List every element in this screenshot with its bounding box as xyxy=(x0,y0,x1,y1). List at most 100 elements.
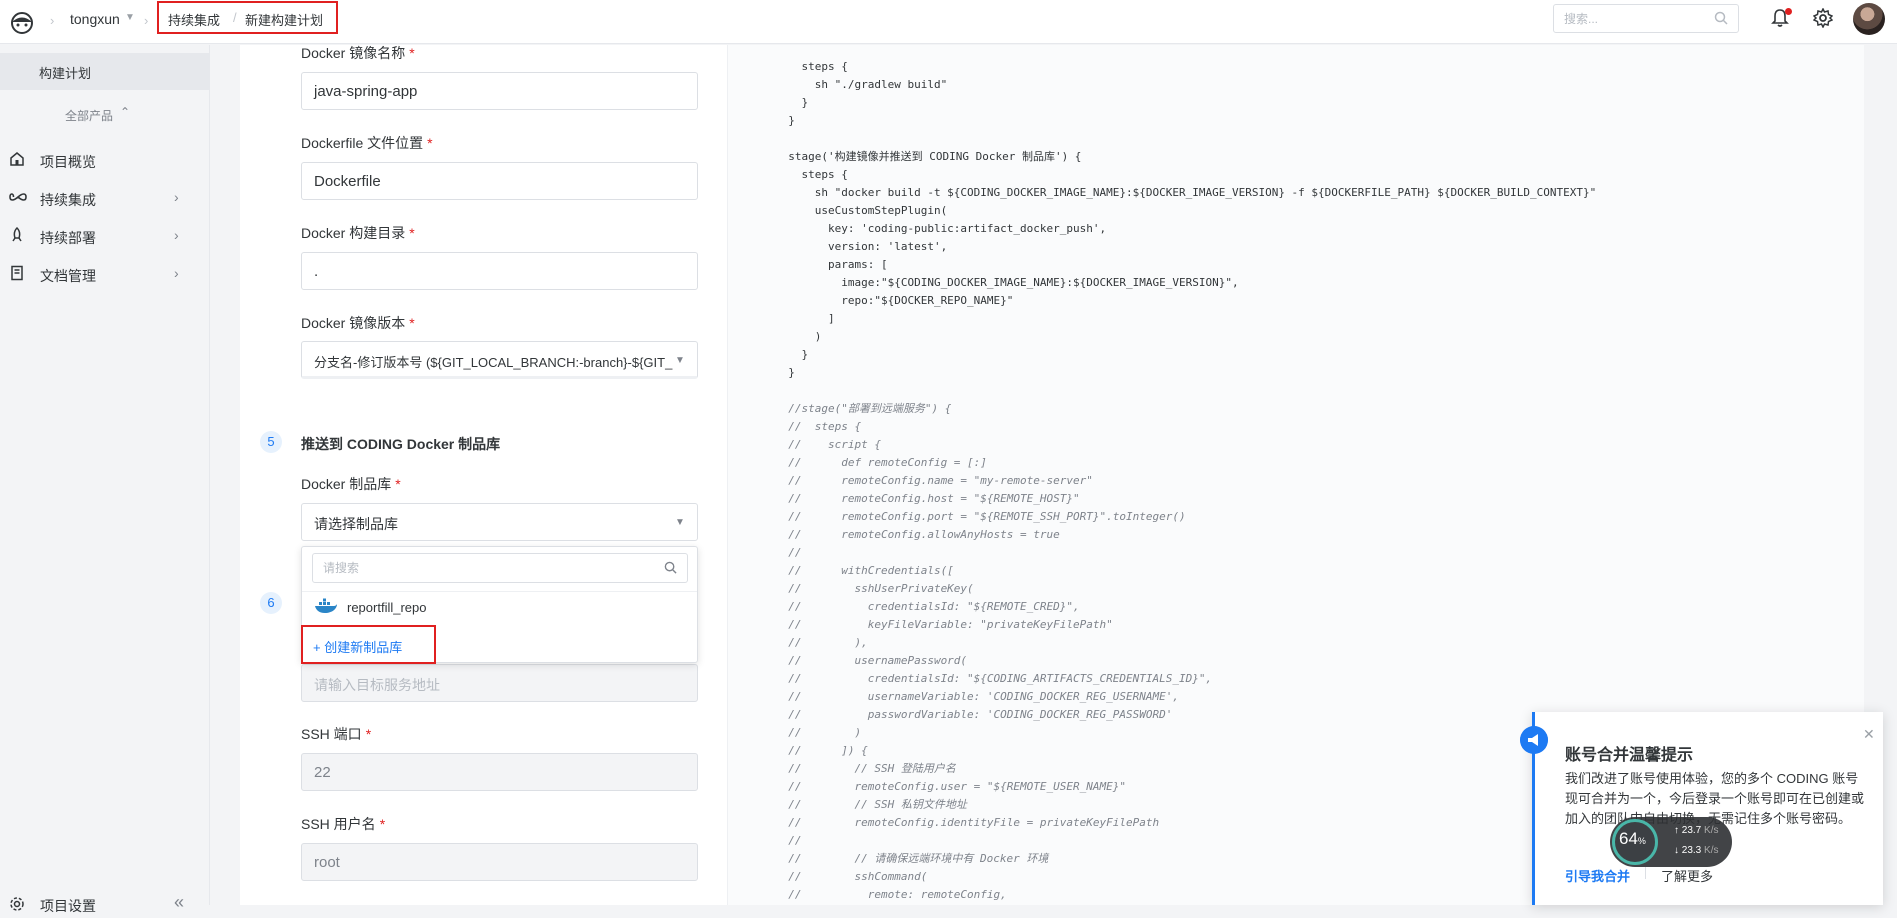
ssh-username-input[interactable]: root xyxy=(301,843,698,881)
upload-speed: ↑ 23.7 K/s xyxy=(1674,825,1719,836)
megaphone-icon xyxy=(1520,726,1548,754)
code-line: } xyxy=(775,96,809,109)
top-navigation-bar: › tongxun ▼ › 持续集成 / 新建构建计划 xyxy=(0,0,1897,44)
search-icon xyxy=(664,561,677,574)
account-merge-notice: 账号合并温馨提示 ✕ 我们改进了账号使用体验，您的多个 CODING 账号现可合… xyxy=(1532,712,1883,905)
code-line: ] xyxy=(775,312,835,325)
global-search[interactable] xyxy=(1553,4,1739,33)
code-line: steps { xyxy=(775,168,848,181)
code-line: // // SSH 登陆用户名 xyxy=(775,762,956,775)
sidebar-item-build-plan[interactable]: 构建计划 xyxy=(0,53,209,90)
code-line: // remoteConfig.user = "${REMOTE_USER_NA… xyxy=(775,780,1126,793)
docker-whale-icon xyxy=(315,598,337,613)
code-line: // remote: remoteConfig, xyxy=(775,888,1007,901)
code-line: // ), xyxy=(775,636,868,649)
code-line: //stage("部署到远端服务") { xyxy=(775,402,952,415)
rocket-icon xyxy=(12,227,22,242)
repo-option[interactable]: reportfill_repo xyxy=(302,591,697,621)
image-name-label: Docker 镜像名称 * xyxy=(301,45,415,61)
code-line: // usernameVariable: 'CODING_DOCKER_REG_… xyxy=(775,690,1179,703)
image-version-select[interactable]: 分支名-修订版本号 (${GIT_LOCAL_BRANCH:-branch}-$… xyxy=(301,341,698,379)
caret-down-icon[interactable]: ▼ xyxy=(125,12,135,23)
repo-search-input[interactable] xyxy=(313,554,643,582)
image-version-label: Docker 镜像版本 * xyxy=(301,315,415,331)
code-line: } xyxy=(775,348,809,361)
global-search-input[interactable] xyxy=(1554,5,1704,32)
repo-option-label: reportfill_repo xyxy=(347,600,427,615)
settings-gear-icon[interactable] xyxy=(1813,8,1833,28)
sidebar-item-label: 项目概览 xyxy=(40,154,96,170)
breadcrumb-separator-icon: › xyxy=(144,13,149,28)
create-repo-button[interactable]: + 创建新制品库 xyxy=(301,625,436,664)
learn-more-link[interactable]: 了解更多 xyxy=(1661,866,1713,885)
create-repo-label: + 创建新制品库 xyxy=(313,640,403,655)
code-line: // credentialsId: "${CODING_ARTIFACTS_CR… xyxy=(775,672,1213,685)
sidebar-item-label: 持续部署 xyxy=(40,230,96,246)
repo-search-box[interactable] xyxy=(312,553,688,583)
sidebar-item-continuous-deployment[interactable]: 持续部署 › xyxy=(0,221,209,251)
target-service-input[interactable]: 请输入目标服务地址 xyxy=(301,664,698,702)
ssh-port-label: SSH 端口 * xyxy=(301,726,372,742)
code-line: // remoteConfig.name = "my-remote-server… xyxy=(775,474,1093,487)
network-speed-widget[interactable]: 64% ↑ 23.7 K/s ↓ 23.3 K/s xyxy=(1610,817,1732,867)
caret-down-icon[interactable]: ▼ xyxy=(675,517,685,528)
breadcrumb-separator-icon: › xyxy=(50,13,55,28)
ssh-port-input[interactable]: 22 xyxy=(301,753,698,791)
code-line: version: 'latest', xyxy=(775,240,948,253)
chevron-right-icon: › xyxy=(174,265,179,281)
sidebar-item-label: 持续集成 xyxy=(40,192,96,208)
code-line: // steps { xyxy=(775,420,862,433)
sidebar-item-document-management[interactable]: 文档管理 › xyxy=(0,259,209,289)
code-line: } xyxy=(775,114,795,127)
team-switcher[interactable]: tongxun xyxy=(70,11,120,27)
breadcrumb-continuous-integration[interactable]: 持续集成 xyxy=(168,10,220,29)
collapse-sidebar-icon[interactable]: « xyxy=(174,892,184,913)
chevron-right-icon: › xyxy=(174,189,179,205)
code-line: // sshUserPrivateKey( xyxy=(775,582,974,595)
sidebar-item-project-overview[interactable]: 项目概览 xyxy=(0,145,209,175)
code-line: // remoteConfig.host = "${REMOTE_HOST}" xyxy=(775,492,1080,505)
link-divider xyxy=(1645,867,1646,879)
guide-merge-link[interactable]: 引导我合并 xyxy=(1565,866,1630,885)
code-line: // remoteConfig.identityFile = privateKe… xyxy=(775,816,1160,829)
code-line: // usernamePassword( xyxy=(775,654,968,667)
code-line: } xyxy=(775,366,795,379)
user-avatar[interactable] xyxy=(1853,3,1885,35)
code-line: sh "./gradlew build" xyxy=(775,78,948,91)
dockerfile-path-input[interactable]: Dockerfile xyxy=(301,162,698,200)
code-line: ) xyxy=(775,330,822,343)
repo-select[interactable]: 请选择制品库 xyxy=(301,503,698,541)
step-number-badge: 6 xyxy=(260,592,282,614)
image-name-input[interactable]: java-spring-app xyxy=(301,72,698,110)
caret-down-icon[interactable]: ▼ xyxy=(675,355,685,366)
home-icon xyxy=(10,152,24,166)
breadcrumb-slash: / xyxy=(233,10,237,25)
build-dir-input[interactable]: . xyxy=(301,252,698,290)
sidebar-item-continuous-integration[interactable]: 持续集成 › xyxy=(0,183,209,213)
coding-logo-icon[interactable] xyxy=(8,8,36,36)
step-number-badge: 5 xyxy=(260,431,282,453)
dockerfile-path-label: Dockerfile 文件位置 * xyxy=(301,135,433,151)
code-line: stage('构建镜像并推送到 CODING Docker 制品库') { xyxy=(775,150,1082,163)
build-dir-label: Docker 构建目录 * xyxy=(301,225,415,241)
infinity-icon xyxy=(9,193,27,201)
chevron-up-icon[interactable]: ⌃ xyxy=(120,105,130,119)
code-line: // script { xyxy=(775,438,881,451)
repo-dropdown-menu: reportfill_repo + 创建新制品库 xyxy=(301,546,698,664)
section-title: 推送到 CODING Docker 制品库 xyxy=(301,436,501,452)
code-line: // remoteConfig.allowAnyHosts = true xyxy=(775,528,1060,541)
sidebar-item-project-settings[interactable]: 项目设置 « xyxy=(0,888,209,918)
code-line: // def remoteConfig = [:] xyxy=(775,456,987,469)
search-icon xyxy=(1714,11,1728,25)
code-line: // remoteConfig.port = "${REMOTE_SSH_POR… xyxy=(775,510,1186,523)
all-products-toggle[interactable]: 全部产品 xyxy=(65,107,113,124)
download-speed: ↓ 23.3 K/s xyxy=(1674,845,1719,856)
jenkinsfile-code: steps { sh "./gradlew build" } } stage('… xyxy=(775,58,1596,904)
code-line: // keyFileVariable: "privateKeyFilePath" xyxy=(775,618,1113,631)
notice-title: 账号合并温馨提示 xyxy=(1565,747,1694,764)
close-icon[interactable]: ✕ xyxy=(1863,726,1875,743)
document-icon xyxy=(11,265,23,281)
breadcrumb-new-build-plan: 新建构建计划 xyxy=(245,13,324,28)
